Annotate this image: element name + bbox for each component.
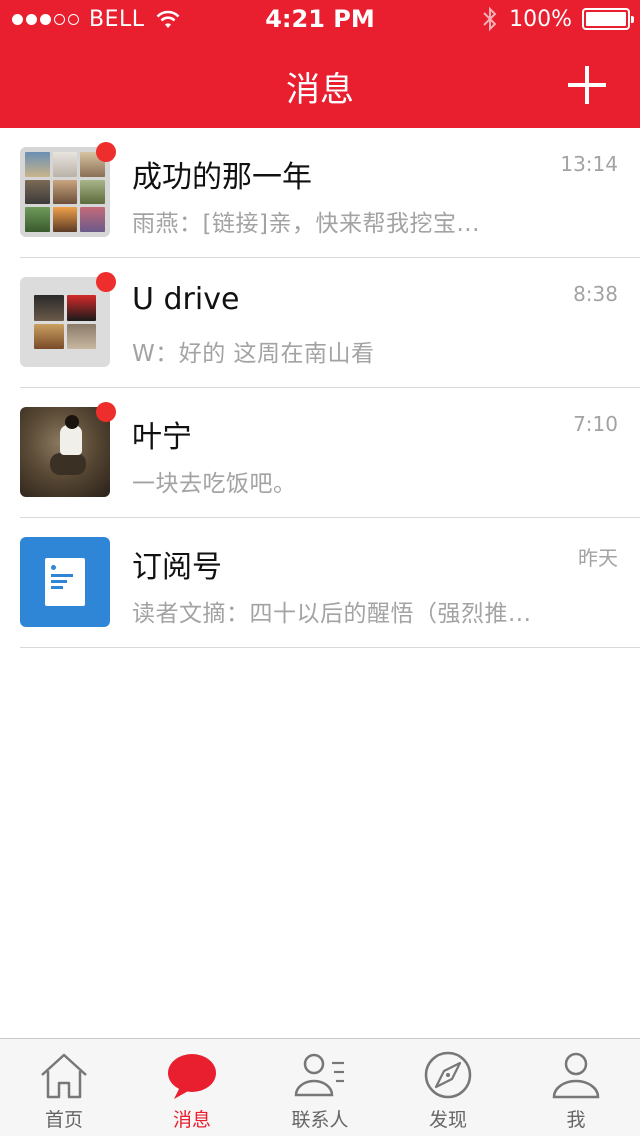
home-icon <box>41 1053 87 1099</box>
conversation-item[interactable]: U drive W：好的 这周在南山看 8:38 <box>20 258 640 388</box>
message-preview: 雨燕：[链接]亲，快来帮我挖宝... <box>132 211 480 237</box>
chat-bubble-icon <box>168 1054 216 1099</box>
person-icon <box>552 1052 600 1099</box>
tab-me[interactable]: 我 <box>512 1039 640 1136</box>
document-icon <box>45 558 85 606</box>
header: BELL 4:21 PM 100% 消息 <box>0 0 640 128</box>
conversation-list: 成功的那一年 雨燕：[链接]亲，快来帮我挖宝... 13:14 U drive … <box>0 128 640 648</box>
message-time: 13:14 <box>560 152 618 176</box>
status-bar: BELL 4:21 PM 100% <box>0 0 640 40</box>
bluetooth-icon <box>483 6 497 32</box>
subscription-avatar <box>20 537 110 627</box>
tab-contacts[interactable]: 联系人 <box>256 1039 384 1136</box>
group-avatar <box>20 147 110 237</box>
unread-badge <box>96 272 116 292</box>
conversation-name: 叶宁 <box>132 420 192 455</box>
compass-icon <box>424 1051 472 1099</box>
message-preview: 读者文摘：四十以后的醒悟（强烈推... <box>132 601 532 627</box>
conversation-item[interactable]: 成功的那一年 雨燕：[链接]亲，快来帮我挖宝... 13:14 <box>20 128 640 258</box>
battery-icon <box>582 8 634 30</box>
conversation-name: 订阅号 <box>132 550 222 585</box>
conversation-item[interactable]: 叶宁 一块去吃饭吧。 7:10 <box>20 388 640 518</box>
message-time: 8:38 <box>573 282 618 306</box>
conversation-name: U drive <box>132 282 240 317</box>
conversation-name: 成功的那一年 <box>132 160 312 195</box>
message-preview: W：好的 这周在南山看 <box>132 341 375 367</box>
contacts-icon <box>294 1053 344 1097</box>
person-avatar <box>20 407 110 497</box>
conversation-item[interactable]: 订阅号 读者文摘：四十以后的醒悟（强烈推... 昨天 <box>20 518 640 648</box>
tab-bar: 首页 消息 联系人 发现 我 <box>0 1038 640 1136</box>
tab-discover[interactable]: 发现 <box>384 1039 512 1136</box>
tab-label: 首页 <box>44 1109 83 1131</box>
tab-home[interactable]: 首页 <box>0 1039 128 1136</box>
group-avatar <box>20 277 110 367</box>
message-time: 昨天 <box>578 546 618 570</box>
tab-label: 消息 <box>172 1109 211 1131</box>
battery-percent: 100% <box>509 6 572 32</box>
message-time: 7:10 <box>573 412 618 436</box>
status-right: 100% <box>481 6 634 32</box>
page-title: 消息 <box>286 70 354 110</box>
unread-badge <box>96 142 116 162</box>
tab-label: 发现 <box>428 1109 467 1131</box>
battery-fill <box>586 12 626 26</box>
unread-badge <box>96 402 116 422</box>
message-preview: 一块去吃饭吧。 <box>132 471 297 497</box>
tab-label: 联系人 <box>291 1109 349 1131</box>
tab-label: 我 <box>566 1109 586 1131</box>
add-button[interactable] <box>568 66 606 104</box>
tab-messages[interactable]: 消息 <box>128 1039 256 1136</box>
